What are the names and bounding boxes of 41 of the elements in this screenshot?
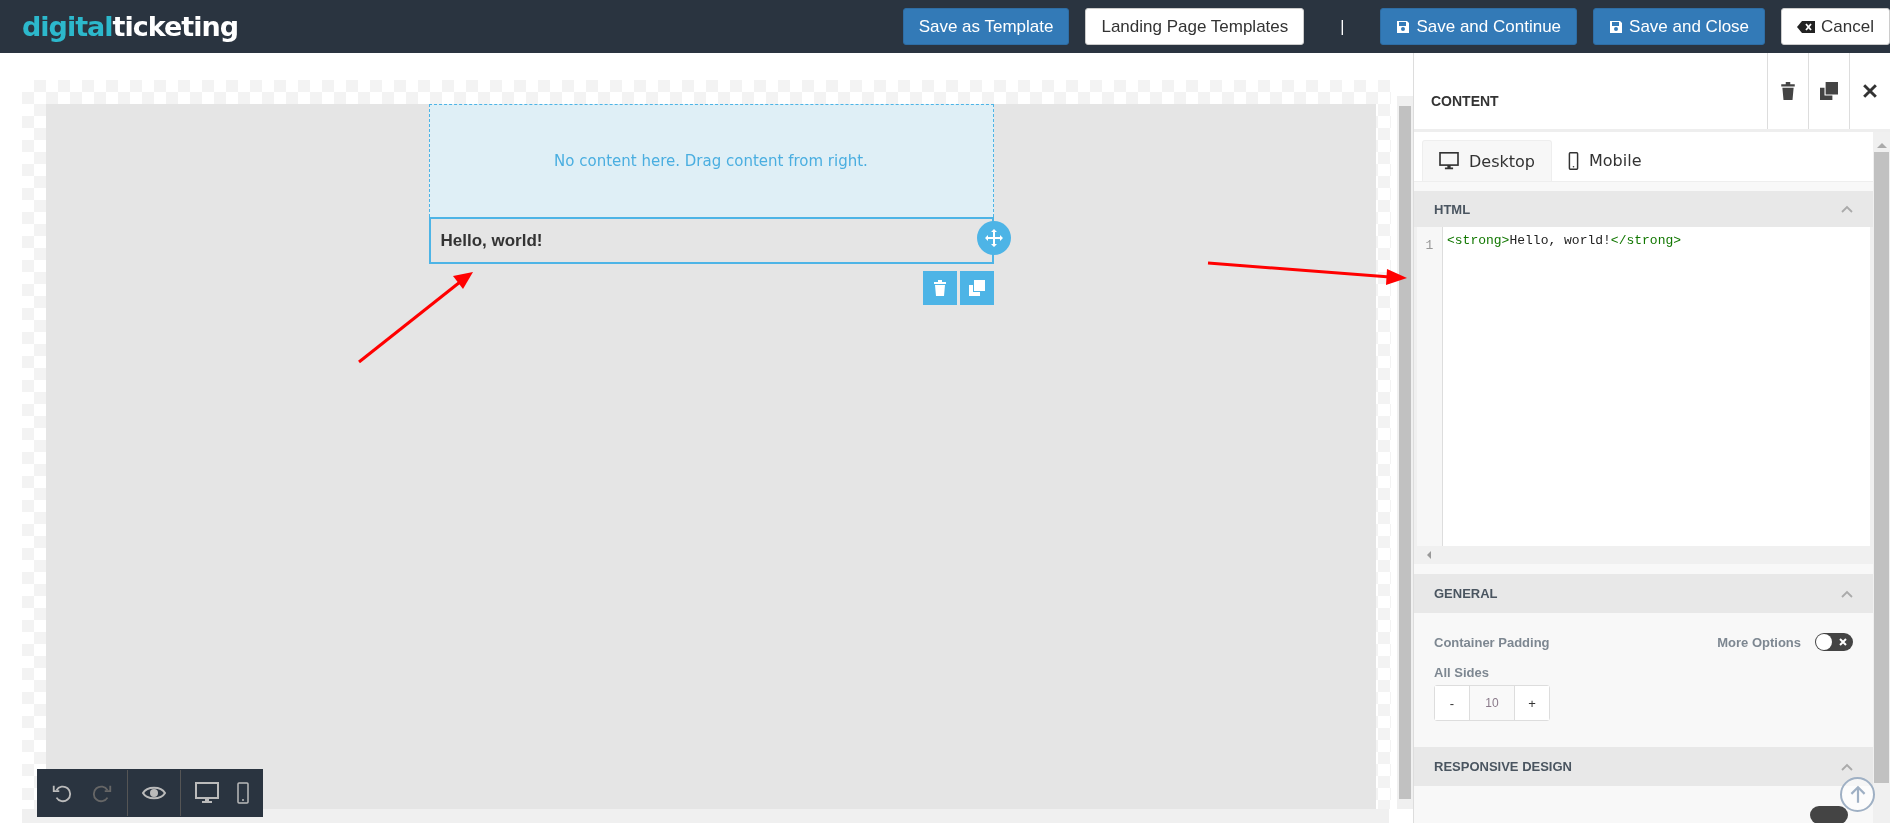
save-button[interactable]: Save and Close	[1593, 8, 1766, 45]
toggle-switch[interactable]	[1815, 633, 1853, 651]
code-line: <strong>Hello, world!</strong>	[1447, 233, 1682, 248]
trash-icon	[932, 280, 947, 296]
logo: digitalticketing	[22, 11, 238, 42]
backspace-icon	[1797, 20, 1816, 33]
section-header[interactable]: RESPONSIVE DESIGN	[1414, 747, 1873, 786]
line-number: 1	[1425, 238, 1434, 253]
section-header[interactable]: HTML	[1414, 191, 1873, 227]
save-template-button[interactable]: Save as Template	[902, 8, 1070, 45]
text-block[interactable]: Hello, world!	[428, 217, 994, 264]
field-label: All Sides	[1434, 665, 1490, 680]
device-tab[interactable]: Mobile	[1552, 140, 1658, 181]
scrollbar[interactable]	[1397, 96, 1413, 809]
move-handle[interactable]	[976, 221, 1011, 255]
chevron-icon	[1841, 205, 1853, 213]
monitor-icon	[1439, 152, 1459, 170]
field-label: More Options	[1717, 634, 1801, 650]
separator-mark: |	[1340, 17, 1345, 36]
chevron-icon	[1841, 762, 1853, 771]
scrollbar[interactable]	[1873, 132, 1890, 823]
templates-button[interactable]: Landing Page Templates	[1085, 8, 1305, 45]
scroll-top-button[interactable]	[1840, 777, 1875, 812]
save-button[interactable]: Save and Continue	[1380, 8, 1578, 45]
horizontal-scrollbar[interactable]	[22, 809, 1389, 823]
duplicate-icon	[968, 280, 985, 296]
section-header[interactable]: GENERAL	[1414, 574, 1873, 613]
drop-hint: No content here. Drag content from right.	[554, 152, 868, 170]
text-block-content: Hello, world!	[440, 230, 543, 251]
number-field[interactable]: 10	[1469, 686, 1515, 720]
floppy-icon	[1396, 19, 1411, 34]
cross-icon	[1839, 638, 1847, 646]
cancel-button[interactable]: Cancel	[1781, 8, 1890, 45]
chevron-icon	[1841, 589, 1853, 598]
toggle-switch[interactable]	[1810, 806, 1848, 823]
field-label: Container Padding	[1434, 634, 1550, 650]
panel-title: CONTENT	[1431, 93, 1499, 109]
floppy-icon	[1609, 19, 1624, 34]
code-editor[interactable]: 1 <strong>Hello, world!</strong>	[1414, 227, 1873, 564]
device-tab[interactable]: Desktop	[1422, 140, 1552, 181]
phone-icon	[1568, 151, 1579, 170]
